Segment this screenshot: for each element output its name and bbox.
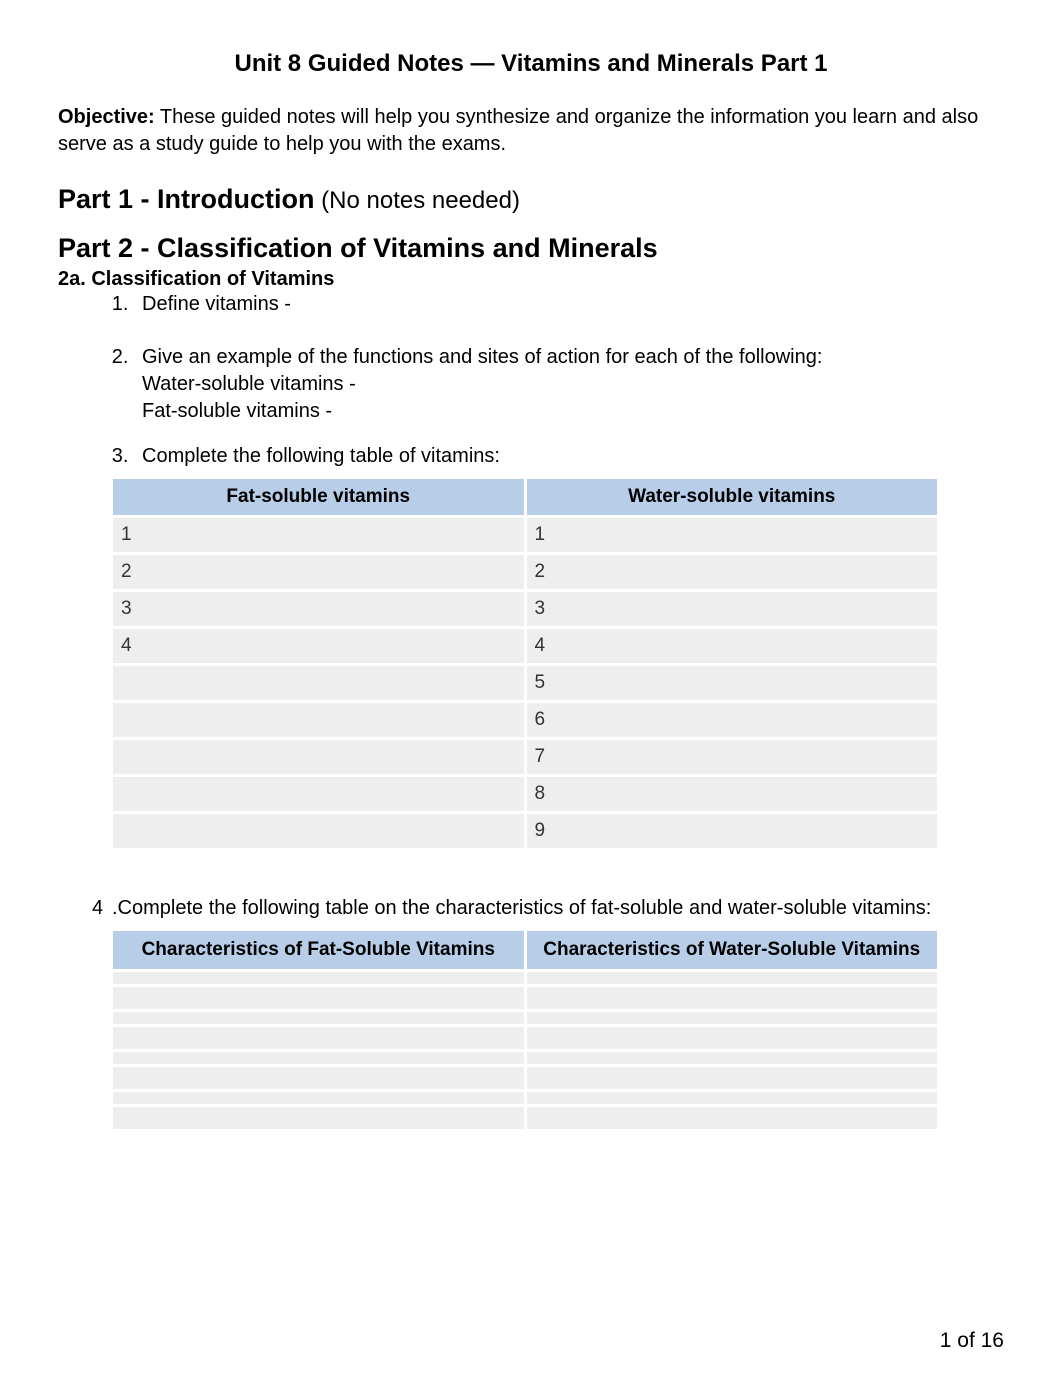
q2-prompt: Give an example of the functions and sit… xyxy=(142,346,822,368)
vit-table-header-left: Fat-soluble vitamins xyxy=(113,479,524,515)
part2-heading: Part 2 - Classification of Vitamins and … xyxy=(58,231,1004,266)
table-cell xyxy=(113,1067,524,1089)
vitamins-table: Fat-soluble vitamins Water-soluble vitam… xyxy=(110,476,940,851)
table-cell: 1 xyxy=(113,518,524,552)
 xyxy=(113,777,524,811)
part1-heading: Part 1 - Introduction (No notes needed) xyxy=(58,182,1004,217)
q4-prompt: .Complete the following table on the cha… xyxy=(112,897,931,919)
characteristics-table: Characteristics of Fat-Soluble Vitamins … xyxy=(110,928,940,1132)
table-cell: 2 xyxy=(527,555,938,589)
question-2: Give an example of the functions and sit… xyxy=(134,344,1004,437)
table-cell: 6 xyxy=(527,703,938,737)
table-cell xyxy=(113,1107,524,1129)
table-cell xyxy=(113,987,524,1009)
part1-note: (No notes needed) xyxy=(315,187,520,214)
table-cell xyxy=(113,1027,524,1049)
table-cell: 7 xyxy=(527,740,938,774)
page-title: Unit 8 Guided Notes — Vitamins and Miner… xyxy=(58,50,1004,78)
q4-number: 4 xyxy=(92,895,112,922)
table-cell: 3 xyxy=(113,592,524,626)
table-cell xyxy=(527,1012,938,1024)
table-cell: 5 xyxy=(527,666,938,700)
table-cell: 9 xyxy=(527,814,938,848)
table-cell xyxy=(113,666,524,700)
table-cell xyxy=(113,1092,524,1104)
table-cell: 2 xyxy=(113,555,524,589)
table-cell xyxy=(527,1107,938,1129)
table-cell: 4 xyxy=(113,629,524,663)
table-cell xyxy=(113,972,524,984)
objective-text: These guided notes will help you synthes… xyxy=(58,106,978,155)
table-cell xyxy=(113,703,524,737)
q1-text: Define vitamins - xyxy=(142,293,291,315)
table-cell xyxy=(527,1092,938,1104)
page-number: 1 of 16 xyxy=(940,1329,1004,1353)
table-cell xyxy=(113,740,524,774)
char-table-header-right: Characteristics of Water-Soluble Vitamin… xyxy=(527,931,938,969)
question-4: 4.Complete the following table on the ch… xyxy=(58,895,1004,922)
q2-line-b: Fat-soluble vitamins - xyxy=(142,400,332,422)
question-1: Define vitamins - xyxy=(134,291,1004,338)
table-cell xyxy=(527,1052,938,1064)
q2-line-a: Water-soluble vitamins - xyxy=(142,373,356,395)
part1-heading-text: Part 1 - Introduction xyxy=(58,184,315,214)
q3-prompt: Complete the following table of vitamins… xyxy=(142,445,500,467)
table-cell: 4 xyxy=(527,629,938,663)
table-cell xyxy=(527,1067,938,1089)
question-3: Complete the following table of vitamins… xyxy=(134,443,1004,470)
objective-line: Objective: These guided notes will help … xyxy=(58,104,1004,158)
objective-label: Objective: xyxy=(58,106,155,128)
question-list: Define vitamins - Give an example of the… xyxy=(58,291,1004,470)
table-cell xyxy=(527,972,938,984)
table-cell xyxy=(113,1012,524,1024)
table-cell xyxy=(527,1027,938,1049)
part2a-subheading: 2a. Classification of Vitamins xyxy=(58,268,1004,291)
vit-table-header-right: Water-soluble vitamins xyxy=(527,479,938,515)
table-cell xyxy=(113,814,524,848)
table-cell xyxy=(527,987,938,1009)
table-cell: 8 xyxy=(527,777,938,811)
table-cell: 3 xyxy=(527,592,938,626)
table-cell: 1 xyxy=(527,518,938,552)
table-cell xyxy=(113,1052,524,1064)
char-table-header-left: Characteristics of Fat-Soluble Vitamins xyxy=(113,931,524,969)
